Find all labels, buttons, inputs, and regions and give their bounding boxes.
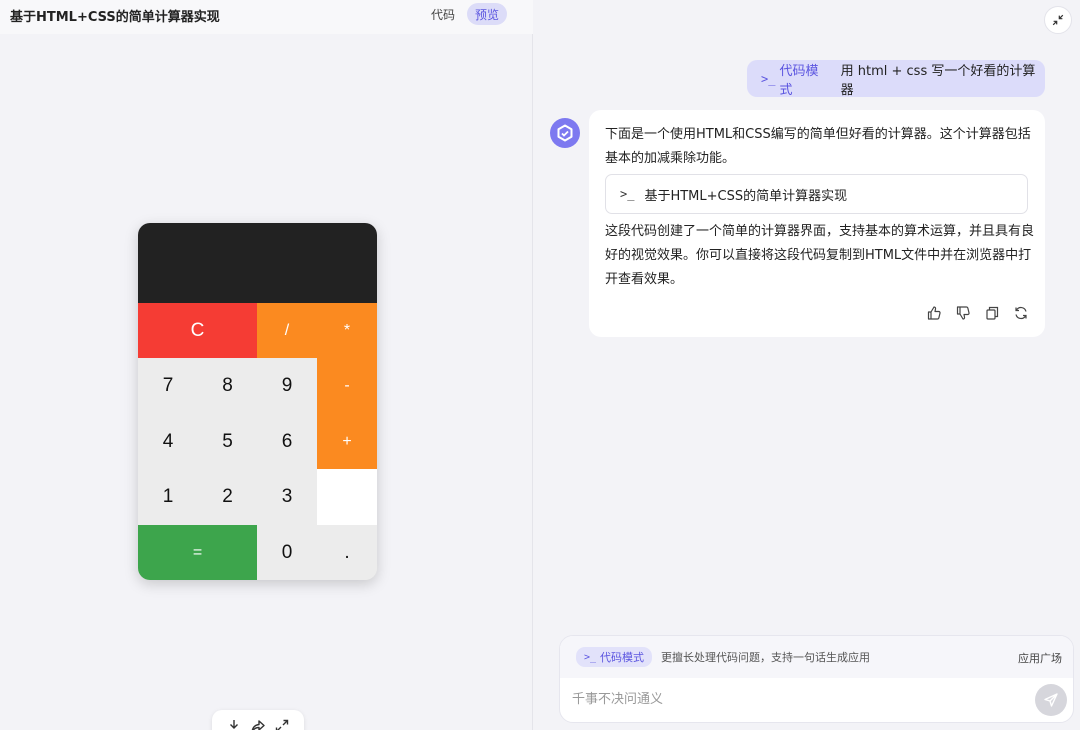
send-button[interactable] [1035, 684, 1067, 716]
terminal-icon: >_ [584, 651, 597, 663]
view-tabs: 代码 预览 [423, 3, 508, 25]
terminal-icon: >_ [620, 187, 635, 201]
calculator: C / * 7 8 9 - 4 5 6 + 1 2 3 = 0 . [138, 223, 377, 580]
thumbs-up-icon[interactable] [926, 305, 942, 321]
digit-8-button[interactable]: 8 [198, 358, 257, 414]
thumbs-down-icon[interactable] [955, 305, 971, 321]
app-square-link[interactable]: 应用广场 [1018, 650, 1062, 666]
collapse-icon [1052, 14, 1064, 26]
equals-button[interactable]: = [138, 525, 257, 580]
preview-panel: 基于HTML+CSS的简单计算器实现 代码 预览 C / * 7 8 9 - 4… [0, 0, 533, 730]
clear-button[interactable]: C [138, 303, 257, 358]
tab-code[interactable]: 代码 [423, 3, 463, 25]
chat-input[interactable] [572, 686, 1032, 712]
share-icon[interactable] [250, 718, 266, 730]
multiply-button[interactable]: * [317, 303, 377, 358]
digit-0-button[interactable]: 0 [257, 525, 317, 580]
regenerate-icon[interactable] [1013, 305, 1029, 321]
copy-icon[interactable] [984, 305, 1000, 321]
assistant-logo-icon [557, 124, 573, 142]
user-message-mode: 代码模式 [779, 63, 819, 98]
empty-cell [317, 469, 377, 525]
code-artifact-title: 基于HTML+CSS的简单计算器实现 [644, 188, 848, 204]
assistant-message: 下面是一个使用HTML和CSS编写的简单但好看的计算器。这个计算器包括基本的加减… [589, 110, 1045, 337]
digit-4-button[interactable]: 4 [138, 414, 198, 469]
download-icon[interactable] [226, 718, 242, 730]
digit-5-button[interactable]: 5 [198, 414, 257, 469]
code-mode-hint: 更擅长处理代码问题，支持一句话生成应用 [661, 651, 871, 664]
user-message: >_ 代码模式 用 html + css 写一个好看的计算器 [747, 60, 1045, 98]
add-button[interactable]: + [317, 414, 377, 469]
code-mode-chip[interactable]: >_ 代码模式 [576, 647, 653, 667]
digit-9-button[interactable]: 9 [257, 358, 317, 414]
expand-icon[interactable] [274, 718, 290, 730]
user-message-text: 用 html + css 写一个好看的计算器 [840, 63, 1036, 98]
preview-header: 基于HTML+CSS的简单计算器实现 代码 预览 [0, 0, 533, 34]
assistant-outro-text: 这段代码创建了一个简单的计算器界面，支持基本的算术运算，并且具有良好的视觉效果。… [605, 224, 1035, 287]
digit-7-button[interactable]: 7 [138, 358, 198, 414]
chat-input-area: >_ 代码模式 更擅长处理代码问题，支持一句话生成应用 应用广场 [559, 635, 1074, 723]
code-mode-label: 代码模式 [600, 651, 645, 664]
message-actions [926, 305, 1029, 321]
mode-bar: >_ 代码模式 更擅长处理代码问题，支持一句话生成应用 应用广场 [560, 636, 1073, 678]
tab-preview[interactable]: 预览 [467, 3, 508, 25]
assistant-avatar [550, 118, 580, 148]
collapse-button[interactable] [1044, 6, 1072, 34]
divide-button[interactable]: / [257, 303, 317, 358]
assistant-intro-text: 下面是一个使用HTML和CSS编写的简单但好看的计算器。这个计算器包括基本的加减… [605, 127, 1031, 166]
digit-2-button[interactable]: 2 [198, 469, 257, 525]
subtract-button[interactable]: - [317, 358, 377, 414]
calculator-display [138, 223, 377, 303]
code-artifact-card[interactable]: >_ 基于HTML+CSS的简单计算器实现 [605, 174, 1028, 214]
digit-6-button[interactable]: 6 [257, 414, 317, 469]
terminal-icon: >_ [761, 71, 776, 86]
digit-3-button[interactable]: 3 [257, 469, 317, 525]
decimal-button[interactable]: . [317, 525, 377, 580]
send-icon [1044, 693, 1058, 707]
preview-title: 基于HTML+CSS的简单计算器实现 [10, 10, 220, 25]
digit-1-button[interactable]: 1 [138, 469, 198, 525]
preview-toolbar [212, 710, 304, 730]
